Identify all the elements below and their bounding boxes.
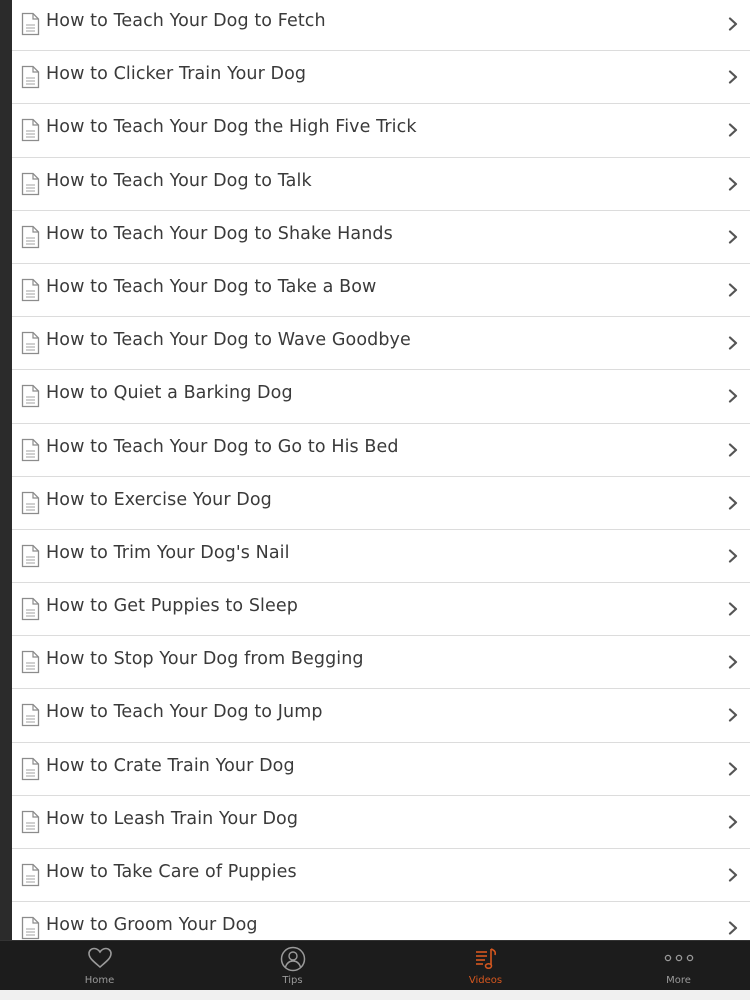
chevron-right-icon bbox=[728, 176, 738, 191]
list-item[interactable]: How to Stop Your Dog from Begging bbox=[12, 636, 750, 690]
list-item[interactable]: How to Teach Your Dog to Go to His Bed bbox=[12, 423, 750, 477]
list-item[interactable]: How to Teach Your Dog to Fetch bbox=[12, 0, 750, 52]
chevron-right-icon bbox=[728, 336, 738, 350]
list-item[interactable]: How to Teach Your Dog the High Five Tric… bbox=[12, 104, 750, 158]
list-item-label: How to Take Care of Puppies bbox=[46, 862, 297, 882]
tab-home[interactable]: Home bbox=[6, 941, 193, 991]
document-icon bbox=[21, 225, 40, 248]
music-note-list-icon bbox=[475, 948, 496, 970]
tab-tips-label: Tips bbox=[282, 975, 303, 986]
list-item[interactable]: How to Groom Your Dog bbox=[12, 902, 750, 940]
document-icon bbox=[21, 278, 40, 302]
list-item-label: How to Clicker Train Your Dog bbox=[46, 64, 307, 85]
list-item[interactable]: How to Teach Your Dog to Talk bbox=[12, 157, 750, 211]
chevron-right-icon bbox=[728, 230, 738, 244]
document-icon bbox=[21, 597, 40, 621]
list-item[interactable]: How to Crate Train Your Dog bbox=[12, 742, 750, 796]
bottom-strip bbox=[0, 990, 750, 1000]
list-item[interactable]: How to Clicker Train Your Dog bbox=[12, 51, 750, 105]
document-icon bbox=[21, 172, 40, 195]
document-icon bbox=[21, 863, 40, 887]
more-dots-icon bbox=[664, 954, 693, 962]
list-item-label: How to Teach Your Dog to Jump bbox=[46, 702, 323, 723]
tab-videos-label: Videos bbox=[468, 975, 503, 986]
heart-icon bbox=[87, 947, 112, 969]
chevron-right-icon bbox=[728, 921, 738, 935]
list-item-label: How to Teach Your Dog to Shake Hands bbox=[46, 223, 393, 244]
document-icon bbox=[21, 917, 40, 940]
chevron-right-icon bbox=[728, 815, 738, 829]
list-item[interactable]: How to Teach Your Dog to Take a Bow bbox=[12, 263, 750, 318]
document-icon bbox=[21, 810, 40, 833]
chevron-right-icon bbox=[728, 496, 738, 510]
video-list: How to Teach Your Dog to Fetch How to Cli… bbox=[12, 0, 750, 940]
chevron-right-icon bbox=[728, 283, 738, 297]
list-item-label: How to Trim Your Dog's Nail bbox=[46, 542, 290, 563]
person-icon bbox=[280, 946, 305, 972]
document-icon bbox=[21, 385, 40, 408]
list-item[interactable]: How to Teach Your Dog to Wave Goodbye bbox=[12, 317, 750, 371]
document-icon bbox=[21, 12, 40, 36]
chevron-right-icon bbox=[728, 442, 738, 457]
tab-more-label: More bbox=[666, 975, 691, 986]
tab-bar: Home Tips Videos More bbox=[0, 940, 750, 991]
chevron-right-icon bbox=[728, 70, 738, 84]
list-item-label: How to Teach Your Dog to Fetch bbox=[46, 11, 326, 31]
document-icon bbox=[21, 66, 40, 89]
list-item-label: How to Crate Train Your Dog bbox=[46, 755, 295, 776]
list-item[interactable]: How to Get Puppies to Sleep bbox=[12, 583, 750, 637]
tab-home-label: Home bbox=[84, 975, 115, 986]
document-icon bbox=[21, 757, 40, 780]
chevron-right-icon bbox=[728, 389, 738, 403]
list-item-label: How to Teach Your Dog to Wave Goodbye bbox=[46, 330, 411, 351]
list-item-label: How to Teach Your Dog to Talk bbox=[46, 170, 312, 191]
list-item-label: How to Exercise Your Dog bbox=[46, 489, 272, 510]
document-icon bbox=[21, 119, 40, 142]
list-item-label: How to Teach Your Dog to Take a Bow bbox=[46, 276, 377, 297]
chevron-right-icon bbox=[728, 868, 738, 882]
chevron-right-icon bbox=[728, 17, 738, 31]
chevron-right-icon bbox=[728, 655, 738, 669]
document-icon bbox=[21, 651, 40, 674]
document-icon bbox=[21, 544, 40, 568]
tab-tips[interactable]: Tips bbox=[199, 941, 386, 991]
list-item-label: How to Quiet a Barking Dog bbox=[46, 383, 293, 404]
list-item-label: How to Teach Your Dog to Go to His Bed bbox=[46, 436, 399, 457]
list-item-label: How to Leash Train Your Dog bbox=[46, 808, 299, 829]
list-item[interactable]: How to Take Care of Puppies bbox=[12, 849, 750, 903]
document-icon bbox=[21, 491, 40, 514]
chevron-right-icon bbox=[728, 602, 738, 616]
tab-videos[interactable]: Videos bbox=[392, 941, 579, 991]
list-item[interactable]: How to Trim Your Dog's Nail bbox=[12, 529, 750, 584]
chevron-right-icon bbox=[728, 762, 738, 776]
app-screen: How to Teach Your Dog to Fetch How to Cli… bbox=[0, 0, 750, 1000]
list-item[interactable]: How to Leash Train Your Dog bbox=[12, 795, 750, 849]
list-item-label: How to Groom Your Dog bbox=[46, 915, 258, 936]
list-item[interactable]: How to Exercise Your Dog bbox=[12, 476, 750, 530]
list-item[interactable]: How to Quiet a Barking Dog bbox=[12, 370, 750, 424]
document-icon bbox=[21, 704, 40, 727]
list-item[interactable]: How to Teach Your Dog to Shake Hands bbox=[12, 210, 750, 264]
chevron-right-icon bbox=[728, 708, 738, 723]
tab-more[interactable]: More bbox=[585, 941, 750, 991]
list-item[interactable]: How to Teach Your Dog to Jump bbox=[12, 689, 750, 743]
list-item-label: How to Teach Your Dog the High Five Tric… bbox=[46, 117, 417, 138]
chevron-right-icon bbox=[728, 549, 738, 563]
list-item-label: How to Stop Your Dog from Begging bbox=[46, 649, 364, 670]
chevron-right-icon bbox=[728, 123, 738, 137]
video-list-container[interactable]: How to Teach Your Dog to Fetch How to Cli… bbox=[12, 0, 750, 940]
document-icon bbox=[21, 331, 40, 355]
document-icon bbox=[21, 438, 40, 461]
list-item-label: How to Get Puppies to Sleep bbox=[46, 596, 298, 617]
